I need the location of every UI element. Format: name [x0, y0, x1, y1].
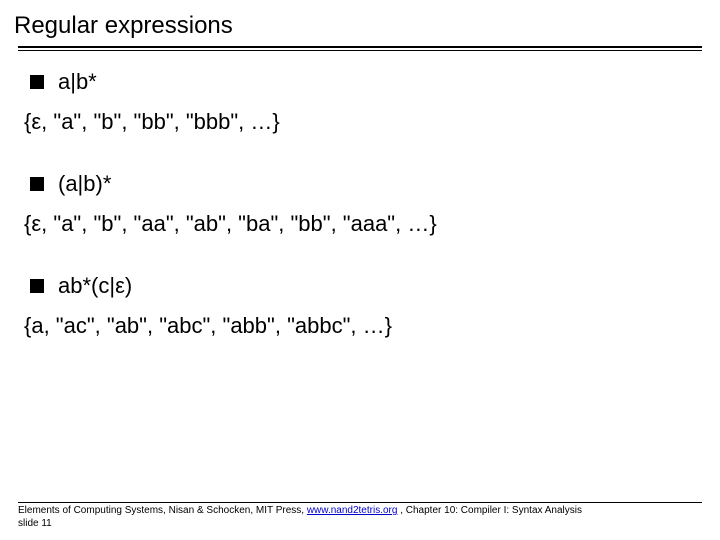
- regex-set: {ε, "a", "b", "bb", "bbb", …}: [24, 109, 702, 135]
- bullet-item: a|b*: [24, 69, 702, 95]
- content-area: a|b* {ε, "a", "b", "bb", "bbb", …} (a|b)…: [18, 69, 702, 339]
- regex-set: {ε, "a", "b", "aa", "ab", "ba", "bb", "a…: [24, 211, 702, 237]
- footer-book: Elements of Computing Systems, Nisan & S…: [18, 505, 307, 516]
- title-rule-thick: [18, 46, 702, 48]
- square-bullet-icon: [30, 177, 44, 191]
- footer-rule: [18, 502, 702, 503]
- regex-expression: a|b*: [58, 69, 97, 95]
- regex-expression: ab*(c|ε): [58, 273, 132, 299]
- page-title: Regular expressions: [14, 12, 702, 40]
- square-bullet-icon: [30, 75, 44, 89]
- regex-set: {a, "ac", "ab", "abc", "abb", "abbc", …}: [24, 313, 702, 339]
- footer-slide-number: slide 11: [18, 518, 52, 529]
- bullet-item: ab*(c|ε): [24, 273, 702, 299]
- footer-chapter: , Chapter 10: Compiler I: Syntax Analysi…: [397, 505, 582, 516]
- slide: Regular expressions a|b* {ε, "a", "b", "…: [0, 0, 720, 540]
- footer-text: Elements of Computing Systems, Nisan & S…: [18, 505, 702, 530]
- title-rule-thin: [18, 50, 702, 51]
- footer-link[interactable]: www.nand2tetris.org: [307, 505, 398, 516]
- regex-expression: (a|b)*: [58, 171, 111, 197]
- bullet-item: (a|b)*: [24, 171, 702, 197]
- square-bullet-icon: [30, 279, 44, 293]
- footer: Elements of Computing Systems, Nisan & S…: [18, 502, 702, 530]
